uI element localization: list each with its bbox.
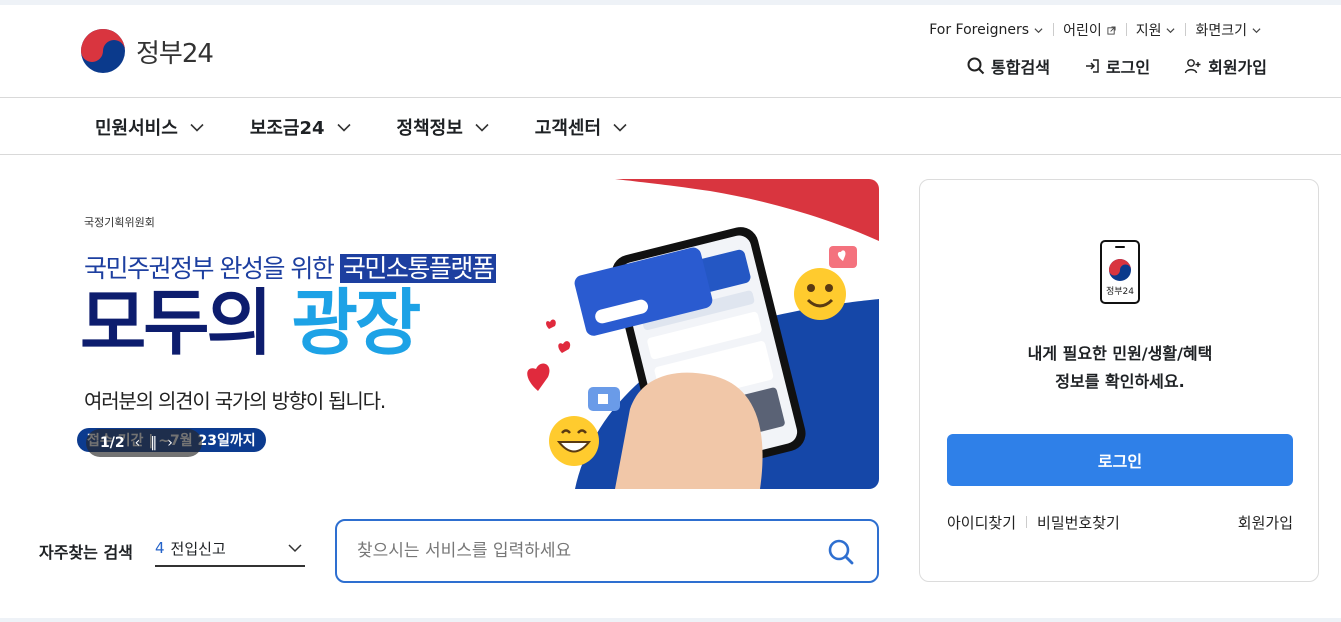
pause-button[interactable]: ‖: [150, 435, 157, 451]
util-support[interactable]: 지원: [1125, 20, 1186, 40]
signup-card-link[interactable]: 회원가입: [1238, 512, 1293, 533]
global-nav: 민원서비스 보조금24 정책정보 고객센터: [95, 114, 673, 140]
search-icon: [967, 57, 985, 75]
gnb-subsidy24[interactable]: 보조금24: [250, 114, 351, 140]
signup-link[interactable]: 회원가입: [1184, 54, 1267, 78]
chevron-down-icon: [288, 544, 302, 553]
gnb-customer-center[interactable]: 고객센터: [535, 114, 627, 140]
logo[interactable]: 정부24: [80, 28, 214, 74]
signup-label: 회원가입: [1208, 58, 1267, 77]
bottom-strip: [0, 618, 1341, 622]
banner-organization: 국정기획위원회: [84, 216, 155, 229]
gnb-civil-services[interactable]: 민원서비스: [95, 114, 204, 140]
banner-pager: 1/2 ‹ ‖ ›: [86, 429, 202, 457]
mobile-phone-icon: 정부24: [1100, 240, 1140, 304]
chevron-down-icon: [336, 123, 351, 132]
utility-nav: For Foreigners 어린이 지원 화면크기: [919, 20, 1271, 40]
external-link-icon: [1107, 25, 1116, 35]
util-kids[interactable]: 어린이: [1053, 20, 1126, 40]
banner-title-part1: 모두의: [80, 281, 292, 365]
login-link[interactable]: 로그인: [1084, 54, 1150, 78]
login-label: 로그인: [1105, 58, 1151, 77]
login-icon: [1085, 59, 1099, 73]
grin-emoji-icon: [549, 416, 599, 466]
banner-title-part2: 광장: [291, 281, 421, 365]
taegeuk-emblem-icon: [1109, 259, 1131, 281]
integrated-search-link[interactable]: 통합검색: [967, 54, 1050, 78]
util-kids-label: 어린이: [1063, 23, 1102, 39]
util-screen-size-label: 화면크기: [1195, 23, 1247, 39]
banner-title: 모두의 광장: [80, 281, 421, 365]
login-message-line1: 내게 필요한 민원/생활/혜택: [1027, 344, 1213, 363]
favorite-search-select[interactable]: 4 전입신고: [155, 531, 305, 567]
prev-slide-button[interactable]: ‹: [135, 435, 141, 451]
login-links: 아이디찾기 비밀번호찾기 회원가입: [947, 512, 1293, 533]
login-message-line2: 정보를 확인하세요.: [1055, 372, 1185, 391]
util-screen-size[interactable]: 화면크기: [1185, 20, 1271, 40]
favorite-search-value: 전입신고: [170, 539, 226, 558]
banner-description: 여러분의 의견이 국가의 방향이 됩니다.: [84, 389, 386, 413]
util-support-label: 지원: [1135, 23, 1162, 39]
find-password-link[interactable]: 비밀번호찾기: [1037, 512, 1120, 533]
service-search-box: [335, 519, 879, 583]
gnb-customer-center-label: 고객센터: [534, 118, 602, 139]
search-icon[interactable]: [827, 538, 855, 566]
banner-subtitle-text: 국민주권정부 완성을 위한: [84, 254, 340, 283]
gnb-civil-services-label: 민원서비스: [95, 118, 178, 139]
main-banner[interactable]: 국정기획위원회 국민주권정부 완성을 위한 국민소통플랫폼 모두의 광장 여러분…: [70, 179, 879, 489]
chevron-down-icon: [1166, 27, 1175, 33]
banner-pager-count: 1/2: [100, 435, 125, 451]
login-message: 내게 필요한 민원/생활/혜택 정보를 확인하세요.: [920, 340, 1320, 396]
gnb-policy-info-label: 정책정보: [396, 118, 463, 139]
integrated-search-label: 통합검색: [991, 58, 1050, 77]
banner-subtitle: 국민주권정부 완성을 위한 국민소통플랫폼: [84, 249, 497, 285]
phone-notch: [1115, 246, 1125, 248]
favorite-search-number: 4: [155, 539, 165, 557]
login-button[interactable]: 로그인: [947, 434, 1293, 486]
chevron-down-icon: [613, 123, 627, 132]
next-slide-button[interactable]: ›: [167, 435, 173, 451]
link-divider: [1026, 516, 1028, 528]
find-id-link[interactable]: 아이디찾기: [947, 512, 1016, 533]
account-nav: 통합검색 로그인 회원가입: [967, 54, 1267, 78]
banner-subtitle-highlight: 국민소통플랫폼: [339, 254, 497, 283]
gnb-policy-info[interactable]: 정책정보: [397, 114, 489, 140]
heart-icon: [527, 319, 571, 391]
util-foreigners[interactable]: For Foreigners: [919, 22, 1053, 38]
smile-emoji-icon: [794, 268, 846, 320]
heart-chat-icon: [829, 246, 857, 268]
chevron-down-icon: [190, 123, 204, 132]
chevron-down-icon: [475, 123, 489, 132]
util-foreigners-label: For Foreigners: [929, 22, 1030, 38]
chevron-down-icon: [1034, 27, 1043, 33]
header-divider: [0, 97, 1341, 98]
chevron-down-icon: [1252, 27, 1261, 33]
add-user-icon: [1184, 59, 1201, 74]
favorite-search-label: 자주찾는 검색: [39, 543, 133, 562]
logo-text: 정부24: [136, 38, 214, 69]
taegeuk-logo-icon: [81, 29, 125, 73]
nav-divider: [0, 154, 1341, 155]
login-card: 정부24 내게 필요한 민원/생활/혜택 정보를 확인하세요. 로그인 아이디찾…: [919, 179, 1319, 582]
thumbs-up-chat-icon: [588, 387, 620, 411]
phone-logo-text: 정부24: [1105, 287, 1134, 297]
service-search-input[interactable]: [357, 521, 817, 581]
top-strip: [0, 0, 1341, 5]
gnb-subsidy24-label: 보조금24: [249, 118, 325, 139]
